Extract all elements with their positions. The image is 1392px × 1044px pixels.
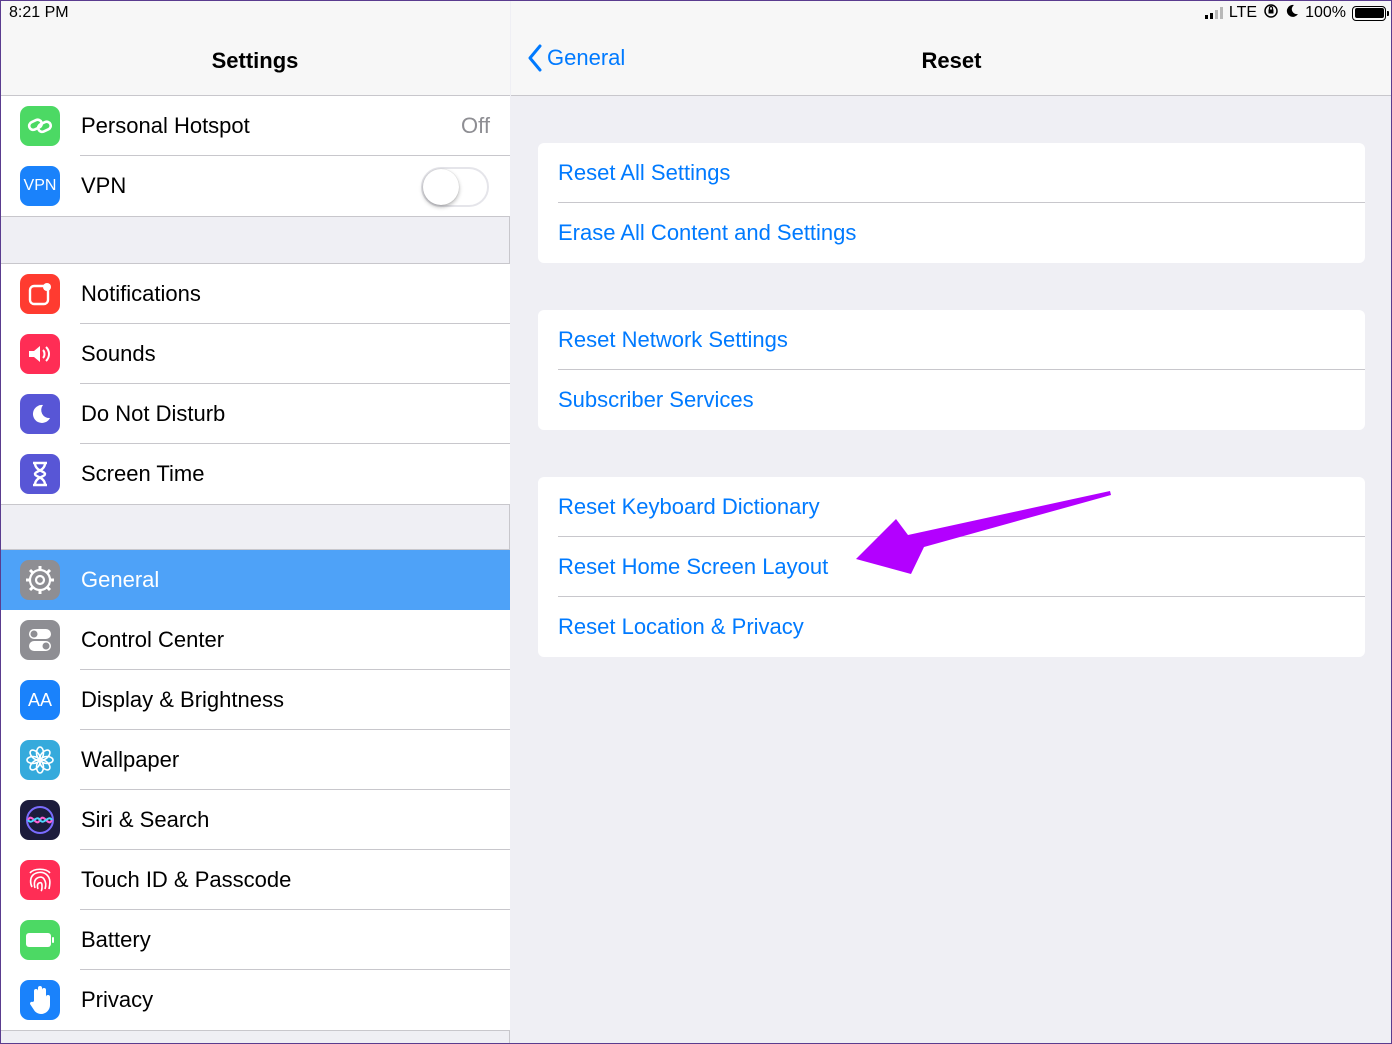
battery-status-icon — [1352, 5, 1389, 21]
reset-group-2: Reset Network Settings Subscriber Servic… — [538, 310, 1365, 430]
vpn-toggle[interactable] — [421, 167, 489, 207]
settings-group-general: General Control Center AA Display & Brig… — [0, 549, 510, 1031]
reset-location-privacy-row[interactable]: Reset Location & Privacy — [538, 597, 1365, 657]
sidebar-item-screen-time[interactable]: Screen Time — [0, 444, 510, 504]
orientation-lock-icon — [1263, 3, 1279, 24]
signal-icon — [1204, 7, 1223, 19]
moon-status-icon — [1285, 4, 1299, 23]
hourglass-icon — [20, 454, 60, 494]
carrier-label: LTE — [1228, 4, 1258, 21]
erase-all-content-row[interactable]: Erase All Content and Settings — [538, 203, 1365, 263]
toggle-knob — [423, 169, 459, 205]
sidebar-item-notifications[interactable]: Notifications — [0, 264, 510, 324]
fingerprint-icon — [20, 860, 60, 900]
sidebar-item-label: Notifications — [81, 281, 201, 306]
reset-keyboard-row[interactable]: Reset Keyboard Dictionary — [538, 477, 1365, 537]
sidebar-item-label: General — [81, 567, 160, 592]
reset-location-privacy-link[interactable]: Reset Location & Privacy — [558, 614, 804, 640]
sidebar-item-battery[interactable]: Battery — [0, 910, 510, 970]
sidebar-item-label: Control Center — [81, 627, 225, 652]
hotspot-icon — [20, 106, 60, 146]
sidebar-item-label: VPN — [81, 173, 127, 198]
settings-sidebar: Settings Personal Hotspot Off VPN VPN No… — [0, 0, 510, 1044]
switches-icon — [20, 620, 60, 660]
sidebar-item-wallpaper[interactable]: Wallpaper — [0, 730, 510, 790]
sidebar-item-label: Privacy — [81, 987, 154, 1012]
reset-all-settings-row[interactable]: Reset All Settings — [538, 143, 1365, 203]
reset-keyboard-link[interactable]: Reset Keyboard Dictionary — [558, 494, 820, 520]
sidebar-item-control-center[interactable]: Control Center — [0, 610, 510, 670]
sidebar-item-label: Do Not Disturb — [81, 401, 226, 426]
text-size-icon: AA — [20, 680, 60, 720]
reset-group-1: Reset All Settings Erase All Content and… — [538, 143, 1365, 263]
sidebar-item-privacy[interactable]: Privacy — [0, 970, 510, 1030]
sidebar-item-label: Sounds — [81, 341, 156, 366]
sidebar-item-siri-search[interactable]: Siri & Search — [0, 790, 510, 850]
notifications-icon — [20, 274, 60, 314]
sidebar-item-label: Battery — [81, 927, 151, 952]
subscriber-services-link[interactable]: Subscriber Services — [558, 387, 754, 413]
settings-group-connectivity: Personal Hotspot Off VPN VPN — [0, 95, 510, 217]
sidebar-title: Settings — [211, 48, 299, 73]
sidebar-item-vpn[interactable]: VPN VPN — [0, 156, 510, 216]
reset-all-settings-link[interactable]: Reset All Settings — [558, 160, 730, 186]
reset-network-link[interactable]: Reset Network Settings — [558, 327, 788, 353]
moon-icon — [20, 394, 60, 434]
subscriber-services-row[interactable]: Subscriber Services — [538, 370, 1365, 430]
sidebar-item-label: Screen Time — [81, 461, 205, 486]
page-title: Reset — [921, 48, 982, 73]
siri-icon — [20, 800, 60, 840]
sidebar-item-label: Touch ID & Passcode — [81, 867, 292, 892]
battery-percent: 100% — [1305, 4, 1346, 21]
sidebar-header: Settings — [0, 0, 510, 96]
hand-icon — [20, 980, 60, 1020]
hotspot-status: Off — [461, 113, 490, 138]
reset-home-screen-row[interactable]: Reset Home Screen Layout — [538, 537, 1365, 597]
sidebar-item-display-brightness[interactable]: AA Display & Brightness — [0, 670, 510, 730]
status-time: 8:21 PM — [9, 4, 69, 21]
sidebar-item-personal-hotspot[interactable]: Personal Hotspot Off — [0, 96, 510, 156]
sidebar-item-sounds[interactable]: Sounds — [0, 324, 510, 384]
sidebar-item-do-not-disturb[interactable]: Do Not Disturb — [0, 384, 510, 444]
reset-group-3: Reset Keyboard Dictionary Reset Home Scr… — [538, 477, 1365, 657]
vpn-icon: VPN — [20, 166, 60, 206]
status-indicators: LTE 100% — [1204, 3, 1389, 24]
sidebar-item-label: Display & Brightness — [81, 687, 284, 712]
speaker-icon — [20, 334, 60, 374]
flower-icon — [20, 740, 60, 780]
sidebar-item-label: Siri & Search — [81, 807, 210, 832]
sidebar-item-general[interactable]: General — [0, 550, 510, 610]
reset-detail-pane: General Reset Reset All Settings Erase A… — [511, 0, 1392, 1044]
reset-network-row[interactable]: Reset Network Settings — [538, 310, 1365, 370]
sidebar-item-label: Personal Hotspot — [81, 113, 250, 138]
sidebar-item-label: Wallpaper — [81, 747, 180, 772]
sidebar-item-touch-id-passcode[interactable]: Touch ID & Passcode — [0, 850, 510, 910]
reset-home-screen-link[interactable]: Reset Home Screen Layout — [558, 554, 828, 580]
settings-group-notifications: Notifications Sounds Do Not Disturb Scre… — [0, 263, 510, 505]
battery-icon — [20, 920, 60, 960]
gear-icon — [20, 560, 60, 600]
erase-all-content-link[interactable]: Erase All Content and Settings — [558, 220, 856, 246]
